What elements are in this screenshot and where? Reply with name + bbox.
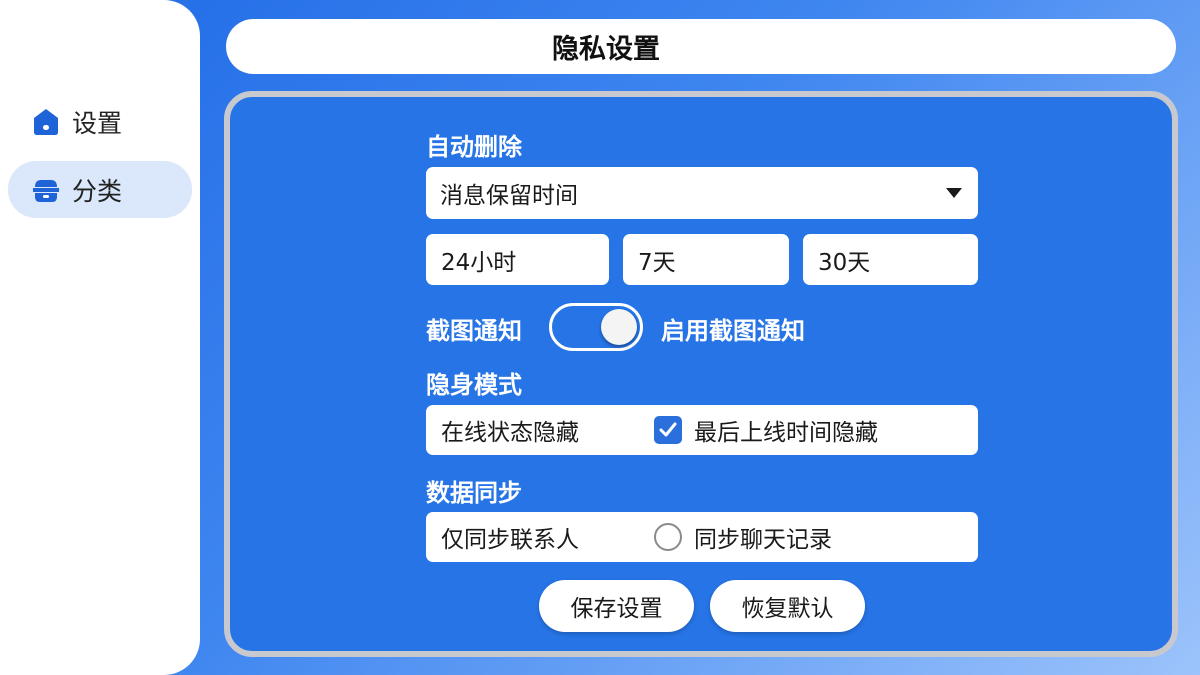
sidebar: 设置 分类: [0, 0, 200, 675]
screenshot-notify-toggle[interactable]: [549, 303, 643, 351]
privacy-settings-panel: 自动删除 消息保留时间 24小时 7天 30天 截图通知 启用截图通知 隐身模式…: [224, 91, 1178, 657]
retention-option-24h[interactable]: 24小时: [426, 234, 609, 285]
page-title: 隐私设置: [552, 34, 660, 65]
screenshot-notify-label: 截图通知: [426, 317, 522, 345]
screenshot-notify-desc: 启用截图通知: [661, 317, 805, 345]
sidebar-item-settings[interactable]: 设置: [8, 93, 192, 150]
auto-delete-title: 自动删除: [426, 133, 522, 161]
option-label: 24小时: [441, 249, 517, 276]
sync-chat-history-radio[interactable]: [654, 523, 682, 551]
hide-last-seen-checkbox[interactable]: [654, 416, 682, 444]
checkmark-icon: [659, 422, 677, 437]
data-sync-title: 数据同步: [426, 479, 522, 507]
restore-defaults-button[interactable]: 恢复默认: [710, 580, 865, 632]
save-settings-button[interactable]: 保存设置: [539, 580, 694, 632]
dropdown-arrow-icon: [946, 188, 962, 198]
stealth-options-row: 在线状态隐藏 最后上线时间隐藏: [426, 405, 978, 455]
option-label: 30天: [818, 249, 871, 276]
retention-select-value: 消息保留时间: [440, 183, 578, 209]
home-icon: [32, 108, 60, 136]
sync-options-row: 仅同步联系人 同步聊天记录: [426, 512, 978, 562]
sidebar-item-category[interactable]: 分类: [8, 161, 192, 218]
retention-option-7d[interactable]: 7天: [623, 234, 789, 285]
sync-chat-history-label[interactable]: 同步聊天记录: [694, 520, 832, 554]
category-icon: [32, 176, 60, 204]
header-bar: 隐私设置: [226, 19, 1176, 74]
sync-contacts-only-option[interactable]: 仅同步联系人: [441, 520, 579, 554]
sidebar-item-label: 分类: [72, 176, 123, 206]
retention-select[interactable]: 消息保留时间: [426, 167, 978, 219]
toggle-knob: [601, 309, 637, 345]
stealth-mode-title: 隐身模式: [426, 371, 522, 399]
hide-last-seen-label[interactable]: 最后上线时间隐藏: [694, 413, 878, 447]
retention-option-30d[interactable]: 30天: [803, 234, 978, 285]
hide-online-status-option[interactable]: 在线状态隐藏: [441, 413, 579, 447]
option-label: 7天: [638, 249, 676, 276]
sidebar-item-label: 设置: [72, 108, 123, 138]
